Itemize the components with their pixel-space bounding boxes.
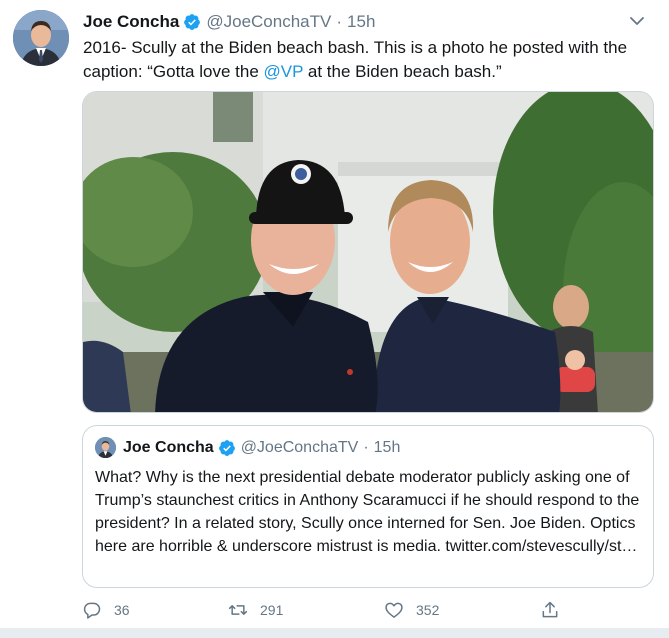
share-button[interactable] <box>540 598 572 622</box>
quoted-tweet-text: What? Why is the next presidential debat… <box>95 469 640 555</box>
mention-link[interactable]: @VP <box>264 62 304 81</box>
reply-button[interactable]: 36 <box>82 598 130 622</box>
tweet-actions: 36 291 352 <box>82 598 562 622</box>
verified-badge-icon <box>184 14 201 30</box>
tweet-photo[interactable] <box>82 91 654 413</box>
verified-badge-icon <box>218 439 235 456</box>
like-button[interactable]: 352 <box>384 598 439 622</box>
quoted-author-avatar <box>95 437 116 458</box>
like-count: 352 <box>416 602 440 618</box>
tweet-text-part: at the Biden beach bash.” <box>303 62 502 81</box>
author-avatar[interactable] <box>13 10 69 66</box>
quoted-tweet-timestamp: 15h <box>373 438 401 456</box>
reply-icon <box>83 602 101 619</box>
reply-count: 36 <box>114 602 130 618</box>
author-handle[interactable]: @JoeConchaTV <box>206 12 331 32</box>
photo-illustration <box>83 92 653 412</box>
retweet-button[interactable]: 291 <box>228 598 283 622</box>
tweet-card[interactable]: Joe Concha @JoeConchaTV · 15h 2016- Scul… <box>0 0 669 638</box>
author-name[interactable]: Joe Concha <box>83 12 179 32</box>
retweet-icon <box>228 605 248 615</box>
share-icon <box>542 601 558 618</box>
quoted-author-handle: @JoeConchaTV <box>240 438 359 456</box>
tweet-timestamp[interactable]: 15h <box>347 12 375 32</box>
quoted-tweet-header: Joe Concha @JoeConchaTV · 15h <box>95 437 400 458</box>
quoted-tweet[interactable]: Joe Concha @JoeConchaTV · 15h What? Why … <box>82 425 654 588</box>
retweet-count: 291 <box>260 602 284 618</box>
quoted-author-name: Joe Concha <box>123 438 214 456</box>
chevron-down-icon[interactable] <box>627 12 647 30</box>
separator-dot: · <box>363 438 369 456</box>
separator-dot: · <box>336 12 343 31</box>
tweet-text: 2016- Scully at the Biden beach bash. Th… <box>83 36 653 84</box>
feed-divider <box>0 628 669 638</box>
like-icon <box>385 602 403 618</box>
tweet-header: Joe Concha @JoeConchaTV · 15h <box>83 11 375 33</box>
